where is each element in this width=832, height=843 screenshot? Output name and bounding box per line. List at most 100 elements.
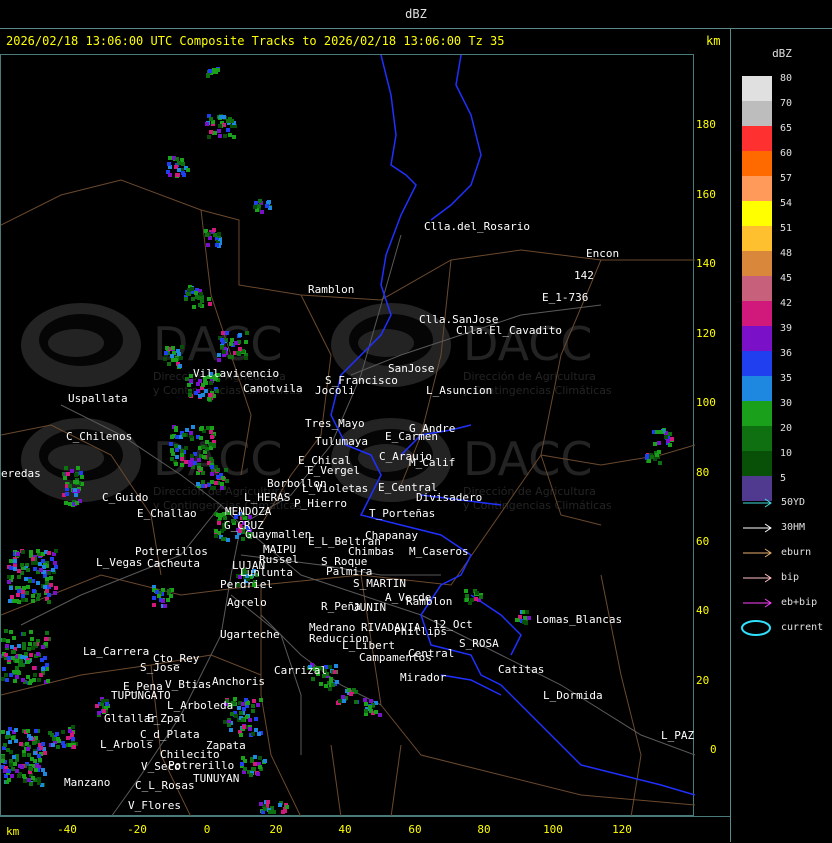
dbz-swatch-label: 70 (780, 98, 793, 109)
y-tick-label: 100 (696, 396, 716, 409)
radar-echo-pixel (43, 772, 47, 776)
radar-echo-pixel (354, 700, 358, 704)
city-label: TUPUNGATO (111, 689, 171, 702)
radar-echo-pixel (44, 637, 48, 641)
track-legend-item: eburn (741, 545, 831, 561)
radar-echo-pixel (228, 133, 232, 137)
radar-echo-pixel (232, 135, 236, 139)
city-label: Clla.El_Cavadito (456, 324, 562, 337)
radar-echo-pixel (666, 439, 670, 443)
radar-echo-pixel (21, 594, 25, 598)
radar-echo-pixel (175, 173, 179, 177)
radar-echo-pixel (213, 131, 217, 135)
radar-map[interactable]: DACC Dirección de Agricultura y Continge… (0, 54, 695, 817)
radar-echo-pixel (3, 743, 7, 747)
dbz-swatch (742, 151, 772, 176)
radar-echo-pixel (21, 678, 25, 682)
radar-echo-pixel (14, 728, 18, 732)
radar-echo-pixel (7, 575, 11, 579)
radar-echo-pixel (217, 358, 221, 362)
x-tick-label: 60 (408, 823, 422, 836)
radar-echo-pixel (179, 356, 183, 360)
radar-echo-pixel (4, 673, 8, 677)
radar-echo-pixel (668, 443, 672, 447)
radar-echo-pixel (217, 232, 221, 236)
radar-echo-pixel (167, 362, 171, 366)
radar-echo-pixel (70, 469, 74, 473)
radar-echo-pixel (56, 745, 60, 749)
radar-echo-pixel (242, 725, 246, 729)
radar-echo-pixel (227, 723, 231, 727)
city-label: Perdriel (220, 578, 273, 591)
radar-echo-pixel (47, 593, 51, 597)
radar-echo-pixel (12, 636, 16, 640)
radar-echo-pixel (479, 595, 483, 599)
radar-echo-pixel (209, 381, 213, 385)
radar-echo-pixel (26, 729, 30, 733)
radar-echo-pixel (27, 778, 31, 782)
radar-echo-pixel (6, 639, 10, 643)
radar-echo-pixel (267, 200, 271, 204)
radar-echo-pixel (364, 702, 368, 706)
radar-echo-pixel (47, 600, 51, 604)
radar-echo-pixel (29, 782, 33, 786)
radar-echo-pixel (265, 204, 269, 208)
radar-echo-pixel (24, 577, 28, 581)
radar-echo-pixel (9, 586, 13, 590)
city-label: Cacheuta (147, 557, 200, 570)
city-label: L_Arboleda (167, 699, 233, 712)
radar-echo-pixel (201, 445, 205, 449)
radar-echo-pixel (1, 755, 5, 759)
radar-echo-pixel (13, 567, 17, 571)
radar-echo-pixel (194, 391, 198, 395)
radar-echo-pixel (37, 678, 41, 682)
radar-echo-pixel (164, 351, 168, 355)
radar-echo-pixel (216, 475, 220, 479)
city-label: Ugarteche (220, 628, 280, 641)
x-tick-label: 80 (477, 823, 491, 836)
radar-echo-pixel (176, 349, 180, 353)
radar-echo-pixel (210, 435, 214, 439)
radar-echo-pixel (22, 586, 26, 590)
city-label: E_Challao (137, 507, 197, 520)
city-label: Agrelo (227, 596, 267, 609)
dbz-swatch-label: 5 (780, 473, 787, 484)
radar-echo-pixel (180, 449, 184, 453)
dbz-swatch (742, 426, 772, 451)
city-label: L_HERAS (244, 491, 290, 504)
radar-echo-pixel (13, 559, 17, 563)
radar-echo-pixel (7, 580, 11, 584)
dbz-swatch-label: 60 (780, 148, 793, 159)
radar-echo-pixel (7, 656, 11, 660)
x-axis-unit: km (6, 825, 20, 838)
x-tick-label: -20 (127, 823, 147, 836)
dbz-swatch (742, 401, 772, 426)
radar-echo-pixel (206, 426, 210, 430)
city-label: E_Vergel (307, 464, 360, 477)
radar-echo-pixel (205, 233, 209, 237)
radar-echo-pixel (41, 768, 45, 772)
radar-echo-pixel (26, 660, 30, 664)
radar-echo-pixel (374, 710, 378, 714)
radar-echo-pixel (207, 135, 211, 139)
city-label: Central (408, 647, 454, 660)
radar-echo-pixel (206, 243, 210, 247)
city-label: Manzano (64, 776, 110, 789)
radar-echo-pixel (207, 397, 211, 401)
radar-echo-pixel (175, 435, 179, 439)
radar-echo-pixel (214, 534, 218, 538)
radar-echo-pixel (216, 68, 220, 72)
dbz-swatch (742, 251, 772, 276)
radar-echo-pixel (50, 557, 54, 561)
radar-echo-pixel (209, 117, 213, 121)
radar-echo-pixel (22, 774, 26, 778)
watermark-brand: DACC (153, 317, 283, 371)
radar-map-canvas[interactable]: DACC Dirección de Agricultura y Continge… (1, 55, 695, 817)
city-label: L_Dormida (543, 689, 603, 702)
dbz-swatch-label: 10 (780, 448, 793, 459)
radar-echo-pixel (39, 746, 43, 750)
radar-echo-pixel (201, 480, 205, 484)
radar-echo-pixel (10, 595, 14, 599)
radar-echo-pixel (241, 702, 245, 706)
radar-echo-pixel (29, 550, 33, 554)
